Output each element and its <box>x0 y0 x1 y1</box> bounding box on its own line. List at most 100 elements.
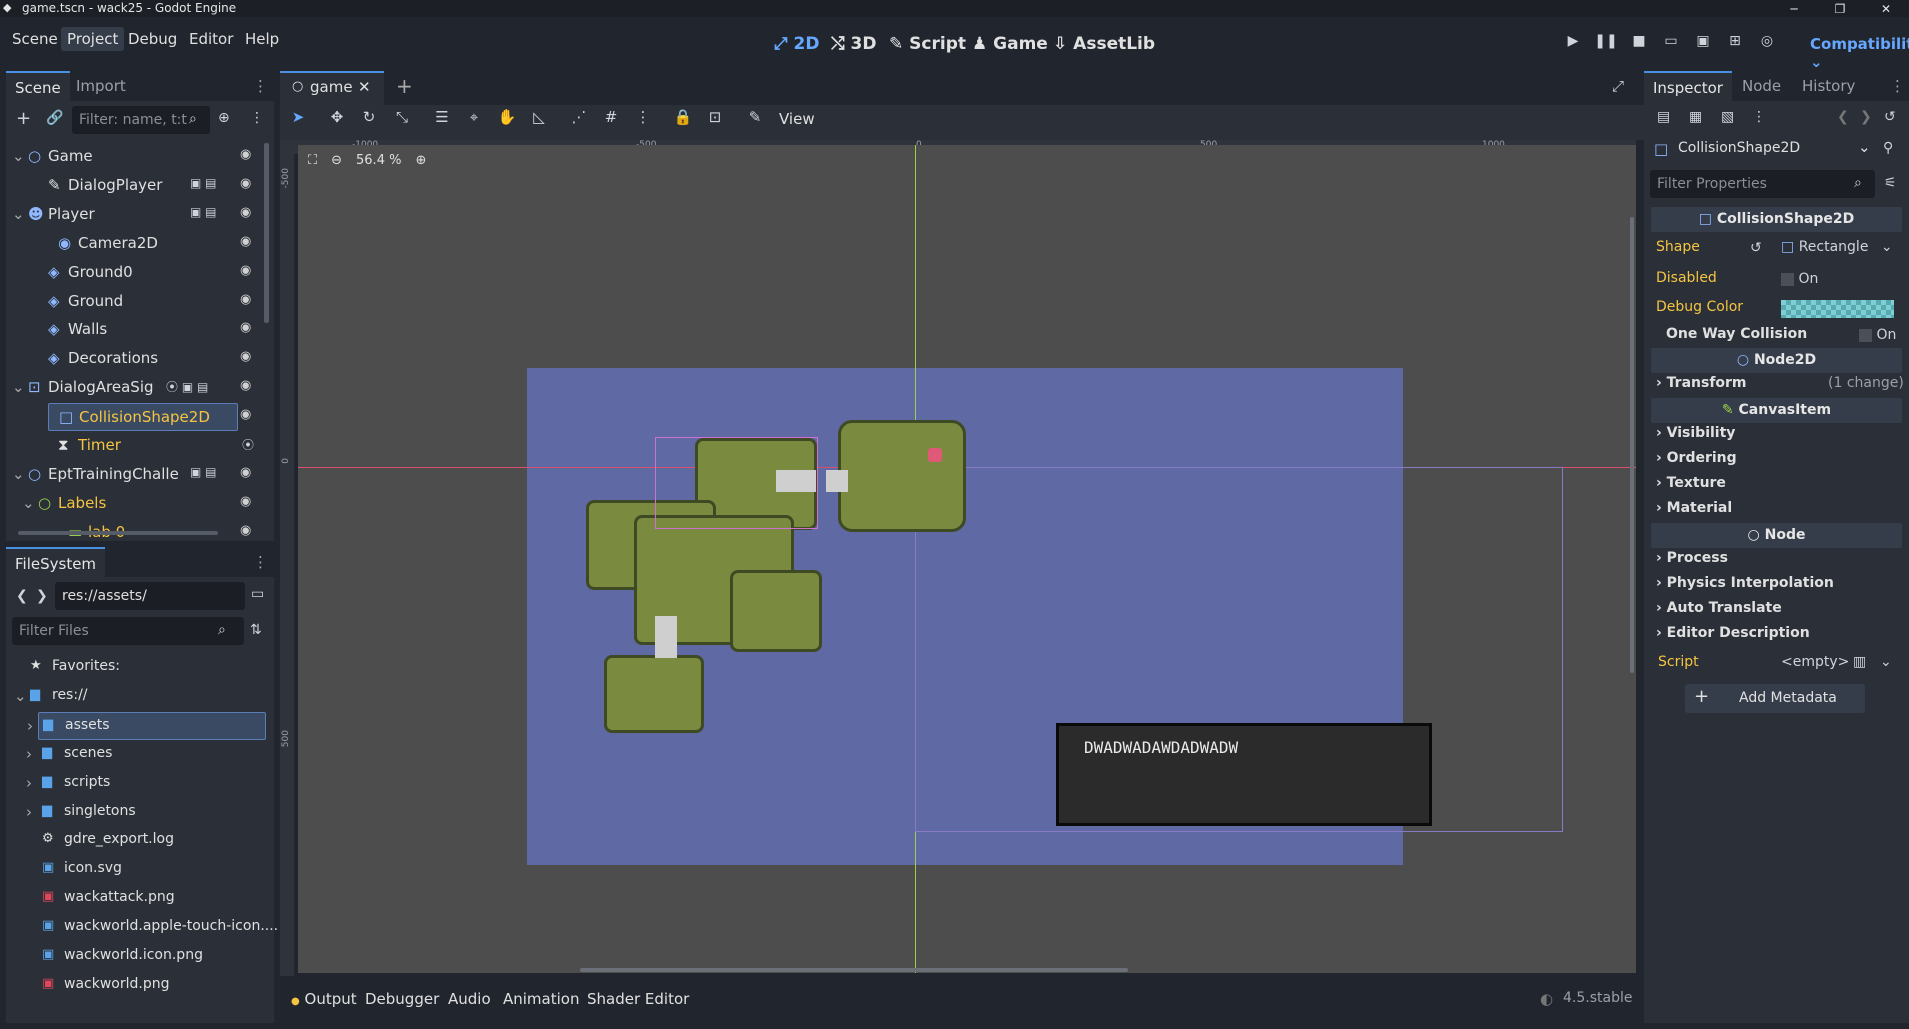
group-physics-interpolation[interactable]: › Physics Interpolation <box>1656 575 1834 591</box>
grid-snap-icon[interactable]: # <box>598 108 624 134</box>
expand-arrow-icon[interactable]: ⌄ <box>12 378 25 396</box>
group-texture[interactable]: › Texture <box>1656 475 1726 491</box>
load-script-icon[interactable]: ▥ <box>1853 654 1866 670</box>
tab-inspector[interactable]: Inspector <box>1644 71 1732 101</box>
back-icon[interactable]: ❮ <box>16 588 28 604</box>
group-ordering[interactable]: › Ordering <box>1656 450 1737 466</box>
new-resource-icon[interactable]: ▤ <box>1657 109 1670 125</box>
tab-debugger[interactable]: Debugger <box>365 990 439 1008</box>
bone-icon[interactable]: ✎ <box>742 108 768 134</box>
tab-audio[interactable]: Audio <box>448 990 491 1008</box>
play-icon[interactable]: ▶ <box>1561 33 1585 57</box>
scale-tool-icon[interactable]: ⤡ <box>389 108 415 134</box>
tab-import[interactable]: Import <box>67 71 135 101</box>
visibility-eye-icon[interactable]: ◉ <box>240 263 251 278</box>
scene-node-7[interactable]: ◈ Decorations <box>6 345 261 373</box>
renderer-selector[interactable]: Compatibility ⌄ <box>1810 35 1909 71</box>
scene-node-12[interactable]: ⌄ ○ Labels <box>6 490 261 518</box>
visibility-eye-icon[interactable]: ◉ <box>240 234 251 249</box>
scene-node-1[interactable]: ✎ DialogPlayer <box>6 172 261 200</box>
list-select-icon[interactable]: ☰ <box>429 108 455 134</box>
instance-scene-icon[interactable]: ⊕ <box>218 110 230 126</box>
file-item-4[interactable]: › ▆ scripts <box>6 770 268 798</box>
pan-tool-icon[interactable]: ✋ <box>494 108 520 134</box>
group-process[interactable]: › Process <box>1656 550 1728 566</box>
menu-project[interactable]: Project <box>61 27 125 51</box>
section-node2d[interactable]: ○ Node2D <box>1651 348 1902 373</box>
file-item-8[interactable]: ▣ wackattack.png <box>6 885 268 913</box>
section-collisionshape2d[interactable]: □ CollisionShape2D <box>1651 207 1902 232</box>
tab-filesystem[interactable]: FileSystem <box>6 547 106 577</box>
prop-debug-color-swatch[interactable] <box>1781 300 1894 318</box>
menu-help[interactable]: Help <box>239 27 285 51</box>
filter-files-input[interactable]: Filter Files <box>12 617 244 645</box>
zoom-level[interactable]: 56.4 % <box>356 153 401 168</box>
menu-debug[interactable]: Debug <box>122 27 183 51</box>
rotate-tool-icon[interactable]: ↻ <box>356 108 382 134</box>
scene-node-3[interactable]: ◉ Camera2D <box>6 230 261 258</box>
tab-scene[interactable]: Scene <box>6 71 70 101</box>
file-item-5[interactable]: › ▆ singletons <box>6 799 268 827</box>
scene-node-8[interactable]: ⌄ ⊡ DialogAreaSig <box>6 374 261 402</box>
file-item-3[interactable]: › ▆ scenes <box>6 741 268 769</box>
scene-menu-icon[interactable]: ⋮ <box>250 110 264 126</box>
section-node[interactable]: ○ Node <box>1651 523 1902 548</box>
select-tool-icon[interactable]: ➤ <box>285 108 311 134</box>
scene-node-6[interactable]: ◈ Walls <box>6 316 261 344</box>
visibility-eye-icon[interactable]: ◉ <box>240 176 251 191</box>
file-item-2[interactable]: › ▆ assets <box>27 711 266 740</box>
section-canvasitem[interactable]: ✎ CanvasItem <box>1651 398 1902 423</box>
group-auto-translate[interactable]: › Auto Translate <box>1656 600 1782 616</box>
close-window-button[interactable]: ✕ <box>1863 2 1909 16</box>
visibility-eye-icon[interactable]: ◉ <box>240 205 251 220</box>
visibility-eye-icon[interactable]: ◉ <box>240 349 251 364</box>
link-icon[interactable]: 🔗 <box>46 110 63 126</box>
visibility-eye-icon[interactable]: ◉ <box>240 378 251 393</box>
player-sprite[interactable] <box>928 448 942 462</box>
play-scene-icon[interactable]: ▣ <box>1691 33 1715 57</box>
save-resource-icon[interactable]: ▧ <box>1721 109 1734 125</box>
inspector-options-icon[interactable]: ⋮ <box>1752 109 1766 125</box>
mode-script-button[interactable]: ✎ Script <box>889 34 966 54</box>
visibility-eye-icon[interactable]: ◉ <box>240 292 251 307</box>
add-node-icon[interactable]: + <box>16 108 31 129</box>
inspector-filter-options-icon[interactable]: ⚟ <box>1884 175 1897 191</box>
node-script-icon[interactable]: ⦿ ▣ ▤ <box>166 378 208 395</box>
scene-node-0[interactable]: ⌄ ○ Game <box>6 143 261 171</box>
prop-one-way-checkbox[interactable]: On <box>1859 327 1896 343</box>
file-item-0[interactable]: ★ Favorites: <box>6 654 268 682</box>
pivot-icon[interactable]: ⌖ <box>461 108 487 134</box>
mode-game-button[interactable]: ♟ Game <box>972 34 1048 54</box>
node-script-icon[interactable]: ▣ ▤ <box>190 205 217 219</box>
tab-node[interactable]: Node <box>1733 71 1790 101</box>
expand-arrow-icon[interactable]: ⌄ <box>12 465 25 483</box>
expand-arrow-icon[interactable]: ⌄ <box>12 147 25 165</box>
object-settings-icon[interactable]: ⚲ <box>1883 140 1893 156</box>
view-menu[interactable]: View <box>779 110 815 128</box>
add-tab-icon[interactable]: + <box>396 74 413 98</box>
filter-properties-input[interactable]: Filter Properties <box>1650 170 1875 198</box>
expand-arrow-icon[interactable]: › <box>26 803 32 821</box>
expand-arrow-icon[interactable]: ⌄ <box>14 687 27 705</box>
visibility-eye-icon[interactable]: ◉ <box>240 147 251 162</box>
lock-icon[interactable]: 🔒 <box>670 108 696 134</box>
scene-node-10[interactable]: ⧗ Timer <box>6 432 261 460</box>
movie-maker-icon[interactable]: ◎ <box>1755 33 1779 57</box>
group-editor-description[interactable]: › Editor Description <box>1656 625 1810 641</box>
group-icon[interactable]: ⊡ <box>702 108 728 134</box>
inspector-menu-icon[interactable]: ⋮ <box>1890 77 1905 95</box>
snap-options-icon[interactable]: ⋮ <box>630 108 656 134</box>
expand-arrow-icon[interactable]: ⌄ <box>22 494 35 512</box>
file-item-6[interactable]: ⚙ gdre_export.log <box>6 827 268 855</box>
forward-icon[interactable]: ❯ <box>36 588 48 604</box>
zoom-out-icon[interactable]: ⊖ <box>331 153 342 168</box>
prop-shape-value[interactable]: □ Rectangle ⌄ <box>1781 239 1893 255</box>
visibility-eye-icon[interactable]: ◉ <box>240 523 251 538</box>
minimize-button[interactable]: ─ <box>1771 2 1817 16</box>
mode-assetlib-button[interactable]: ⇩ AssetLib <box>1053 34 1155 54</box>
mode-2d-button[interactable]: ⤢ 2D <box>774 34 819 54</box>
file-item-7[interactable]: ▣ icon.svg <box>6 856 268 884</box>
expand-arrow-icon[interactable]: › <box>26 745 32 763</box>
add-metadata-button[interactable]: + Add Metadata <box>1685 684 1865 713</box>
visibility-eye-icon[interactable]: ◉ <box>240 494 251 509</box>
